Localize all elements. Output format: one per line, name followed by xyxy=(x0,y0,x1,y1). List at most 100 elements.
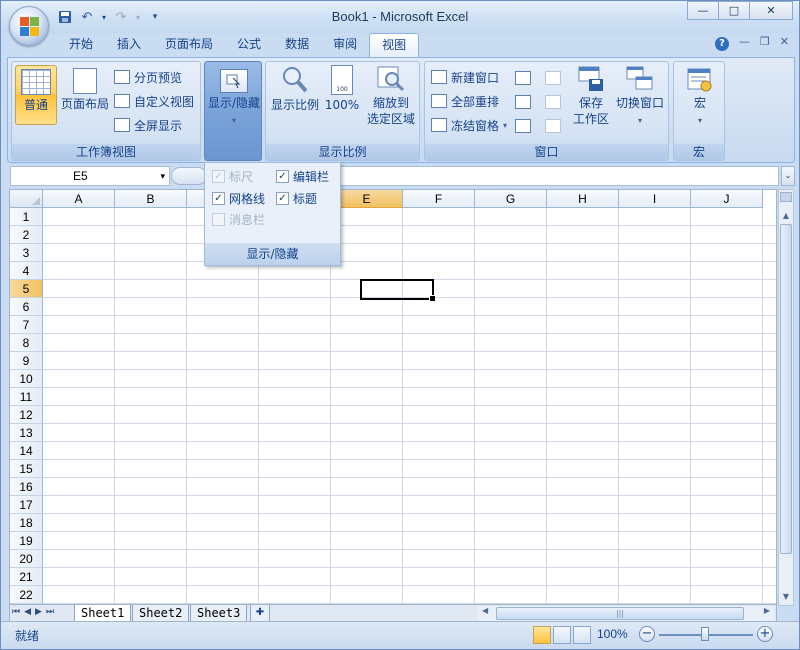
row-header[interactable]: 1 xyxy=(10,208,43,226)
row-header[interactable]: 13 xyxy=(10,424,43,442)
arrange-all-button[interactable]: 全部重排 xyxy=(431,91,499,111)
name-box-dropdown-icon[interactable]: ▾ xyxy=(160,167,165,185)
row-header[interactable]: 16 xyxy=(10,478,43,496)
sheet-tab-sheet1[interactable]: Sheet1 xyxy=(74,605,132,622)
scroll-down-arrow-icon[interactable]: ▼ xyxy=(779,589,793,605)
sheet-tab-sheet3[interactable]: Sheet3 xyxy=(190,605,248,622)
name-box[interactable]: E5 ▾ xyxy=(10,166,170,186)
row-header[interactable]: 9 xyxy=(10,352,43,370)
sheet-tab-sheet2[interactable]: Sheet2 xyxy=(132,605,190,622)
row-header[interactable]: 12 xyxy=(10,406,43,424)
row-header[interactable]: 20 xyxy=(10,550,43,568)
zoom-out-button[interactable]: − xyxy=(639,626,655,642)
row-header[interactable]: 18 xyxy=(10,514,43,532)
expand-formula-bar-button[interactable]: ⌄ xyxy=(781,166,795,186)
formula-input[interactable] xyxy=(337,166,779,186)
row-header[interactable]: 19 xyxy=(10,532,43,550)
save-workspace-button[interactable]: 保存 工作区 xyxy=(569,65,613,129)
column-header[interactable]: I xyxy=(619,190,691,208)
horizontal-scroll-thumb[interactable]: ||| xyxy=(496,607,744,620)
horizontal-scrollbar[interactable]: ◀ ||| ▶ xyxy=(478,606,774,621)
vertical-scrollbar[interactable]: ▲ ▼ xyxy=(778,189,794,606)
close-button[interactable]: ✕ xyxy=(749,1,793,20)
row-header[interactable]: 10 xyxy=(10,370,43,388)
row-header[interactable]: 14 xyxy=(10,442,43,460)
scroll-left-arrow-icon[interactable]: ◀ xyxy=(482,606,488,615)
column-header[interactable]: E xyxy=(331,190,403,208)
vertical-scroll-thumb[interactable] xyxy=(780,224,792,554)
column-header[interactable]: G xyxy=(475,190,547,208)
active-cell[interactable] xyxy=(360,279,436,302)
scroll-up-arrow-icon[interactable]: ▲ xyxy=(779,208,793,224)
workbook-close-button[interactable]: ✕ xyxy=(780,35,789,48)
switch-windows-button[interactable]: 切换窗口 ▾ xyxy=(613,65,667,129)
formula-bar-checkbox[interactable]: ✓ xyxy=(276,169,289,183)
hide-window-icon[interactable] xyxy=(515,95,531,109)
tab-page-layout[interactable]: 页面布局 xyxy=(153,33,225,57)
zoom-level[interactable]: 100% xyxy=(597,627,628,641)
help-icon[interactable]: ? xyxy=(715,37,729,51)
unhide-window-icon[interactable] xyxy=(515,119,531,133)
split-icon[interactable] xyxy=(515,71,531,85)
tab-insert[interactable]: 插入 xyxy=(105,33,153,57)
column-header[interactable]: A xyxy=(43,190,115,208)
formula-bar-option[interactable]: ✓ 编辑栏 xyxy=(276,167,329,185)
zoom-in-button[interactable]: + xyxy=(757,626,773,642)
page-layout-shortcut-icon[interactable] xyxy=(553,626,571,644)
maximize-button[interactable]: □ xyxy=(718,1,750,20)
page-layout-view-button[interactable]: 页面布局 xyxy=(60,65,110,125)
tab-formulas[interactable]: 公式 xyxy=(225,33,273,57)
insert-sheet-icon[interactable]: ✚ xyxy=(250,605,270,622)
zoom-button[interactable]: 显示比例 xyxy=(269,65,321,125)
row-header[interactable]: 17 xyxy=(10,496,43,514)
zoom-to-selection-button[interactable]: 缩放到 选定区域 xyxy=(363,65,419,126)
custom-views-button[interactable]: 自定义视图 xyxy=(114,91,194,111)
row-header[interactable]: 7 xyxy=(10,316,43,334)
workbook-minimize-button[interactable]: — xyxy=(739,35,750,48)
row-header[interactable]: 8 xyxy=(10,334,43,352)
vertical-split-box[interactable] xyxy=(780,192,792,202)
row-header[interactable]: 11 xyxy=(10,388,43,406)
row-header[interactable]: 6 xyxy=(10,298,43,316)
tab-home[interactable]: 开始 xyxy=(57,33,105,57)
select-all-button[interactable] xyxy=(10,190,43,208)
last-sheet-icon[interactable]: ⏭ xyxy=(46,607,54,617)
column-header[interactable]: H xyxy=(547,190,619,208)
page-break-preview-button[interactable]: 分页预览 xyxy=(114,67,182,87)
headings-option[interactable]: ✓ 标题 xyxy=(276,189,317,207)
page-break-shortcut-icon[interactable] xyxy=(573,626,591,644)
workbook-restore-button[interactable]: ❐ xyxy=(760,35,770,48)
formula-bar-splitter[interactable] xyxy=(171,167,207,185)
headings-checkbox[interactable]: ✓ xyxy=(276,191,289,205)
new-window-button[interactable]: 新建窗口 xyxy=(431,67,499,87)
freeze-panes-button[interactable]: 冻结窗格 ▾ xyxy=(431,115,507,135)
gridlines-checkbox[interactable]: ✓ xyxy=(212,191,225,205)
minimize-button[interactable]: — xyxy=(687,1,719,20)
row-header[interactable]: 22 xyxy=(10,586,43,604)
show-hide-button[interactable]: 显示/隐藏 ▾ xyxy=(206,67,262,127)
row-header[interactable]: 3 xyxy=(10,244,43,262)
row-header[interactable]: 5 xyxy=(10,280,43,298)
group-show-hide[interactable]: 显示/隐藏 ▾ xyxy=(204,61,262,161)
column-header[interactable]: B xyxy=(115,190,187,208)
tab-data[interactable]: 数据 xyxy=(273,33,321,57)
column-header[interactable]: F xyxy=(403,190,475,208)
macros-button[interactable]: 宏 ▾ xyxy=(677,67,723,127)
row-header[interactable]: 4 xyxy=(10,262,43,280)
office-button[interactable] xyxy=(9,6,49,46)
zoom-100-button[interactable]: 100 100% xyxy=(324,65,360,125)
zoom-slider-thumb[interactable] xyxy=(701,627,709,641)
scroll-right-arrow-icon[interactable]: ▶ xyxy=(764,606,770,615)
row-header[interactable]: 15 xyxy=(10,460,43,478)
row-header[interactable]: 21 xyxy=(10,568,43,586)
gridlines-option[interactable]: ✓ 网格线 xyxy=(212,189,265,207)
row-header[interactable]: 2 xyxy=(10,226,43,244)
first-sheet-icon[interactable]: ⏮ xyxy=(12,607,20,617)
column-header[interactable]: J xyxy=(691,190,763,208)
cell-area[interactable] xyxy=(43,208,776,605)
tab-view[interactable]: 视图 xyxy=(369,33,420,57)
prev-sheet-icon[interactable]: ◀ xyxy=(24,607,31,617)
normal-view-button[interactable]: 普通 xyxy=(15,65,57,125)
tab-review[interactable]: 审阅 xyxy=(321,33,369,57)
next-sheet-icon[interactable]: ▶ xyxy=(35,607,42,617)
